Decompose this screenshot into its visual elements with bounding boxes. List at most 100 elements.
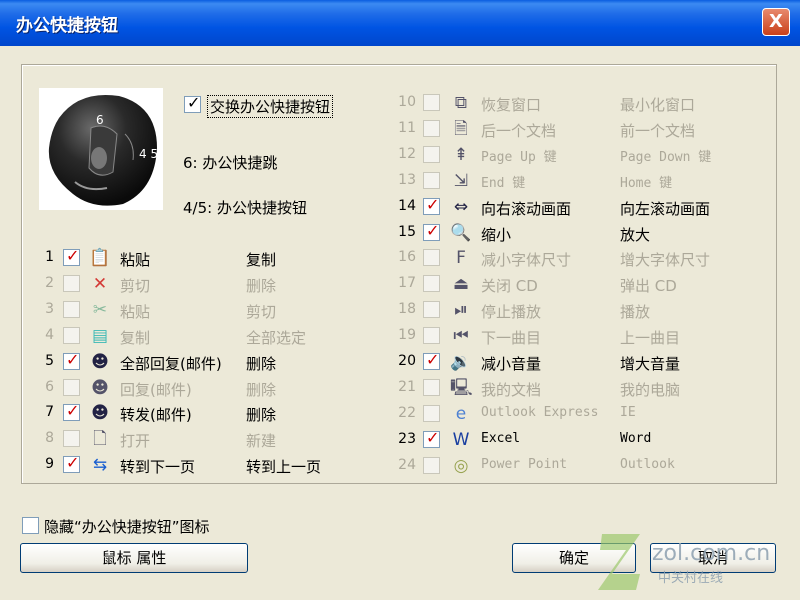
check-icon: ✓ [187,93,201,112]
next-page-icon: ⇆ [92,455,108,476]
function-label: 粘贴 [120,302,151,321]
mouse-label-6: 6 [96,113,104,127]
function-label: 粘贴 [120,251,151,269]
function-checkbox[interactable] [423,301,440,319]
function-alt-label: 删除 [246,276,277,295]
mouse-properties-button[interactable]: 鼠标 属性 [20,543,248,573]
function-checkbox[interactable] [423,404,440,422]
play-pause-icon: ⏯ [454,300,468,321]
row-number: 14 [398,197,416,214]
row-number: 12 [398,145,416,162]
row-number: 2 [45,274,54,291]
row-number: 23 [398,430,416,447]
function-alt-label: Word [620,430,652,446]
function-alt-label: 播放 [620,303,651,322]
function-label: Power Point [481,456,568,472]
powerpoint-icon: ◎ [453,455,469,476]
function-checkbox[interactable] [423,275,440,293]
row-number: 1 [45,249,54,265]
volume-icon: 🔉 [450,352,472,372]
function-alt-label: Outlook [620,456,675,472]
function-checkbox[interactable] [63,300,80,318]
function-alt-label: 新建 [246,432,277,451]
row-number: 4 [45,326,54,343]
font-size-icon: F [456,248,466,269]
function-checkbox[interactable] [63,326,80,344]
forward-icon: ☻ [91,403,109,424]
hide-icon-label: 隐藏“办公快捷按钮”图标 [44,518,210,536]
function-checkbox[interactable] [63,430,80,448]
function-checkbox[interactable] [423,327,440,345]
function-checkbox[interactable]: ✓ [423,194,440,215]
function-checkbox[interactable] [63,378,80,396]
function-label: 剪切 [120,276,151,295]
button6-assignment: 6: 办公快捷跳 [183,154,278,172]
function-checkbox[interactable]: ✓ [63,401,80,422]
watermark-subtext: 中关村在线 [658,571,723,586]
function-checkbox[interactable] [423,94,440,111]
page-up-icon: ⇞ [453,144,469,165]
function-label: 停止播放 [481,303,542,322]
open-file-icon: 🗋 [93,429,107,450]
select-all-icon: ▤ [91,325,109,346]
function-label: 关闭 CD [481,277,538,296]
function-alt-label: 全部选定 [246,328,307,347]
function-checkbox[interactable] [423,249,440,267]
function-checkbox[interactable] [423,456,440,474]
button45-assignment: 4/5: 办公快捷按钮 [183,199,307,217]
function-checkbox[interactable] [423,378,440,396]
function-label: 转发(邮件) [120,406,192,425]
function-alt-label: 最小化窗口 [620,96,696,114]
function-checkbox[interactable]: ✓ [63,246,80,266]
check-icon: ✓ [66,349,80,369]
row-number: 9 [45,456,54,473]
check-icon: ✓ [426,194,440,214]
row-number: 18 [398,301,416,318]
function-checkbox[interactable] [423,119,440,137]
function-label: 恢复窗口 [481,96,542,114]
function-alt-label: 剪切 [246,302,277,321]
hide-icon-checkbox[interactable] [22,517,39,534]
mouse-image: 6 4 5 [39,88,163,210]
function-label: 回复(邮件) [120,380,192,399]
function-checkbox[interactable] [423,145,440,163]
watermark-text: zol.com.cn [652,541,770,566]
function-checkbox[interactable]: ✓ [63,453,80,474]
function-alt-label: 删除 [246,380,277,399]
ie-icon: e [455,403,467,424]
function-checkbox[interactable] [63,274,80,292]
scissors-icon: ✂ [92,299,108,320]
zoom-icon: 🔍 [450,222,472,243]
function-label: 缩小 [481,225,512,244]
reply-icon: ☻ [91,377,109,398]
function-alt-label: 前一个文档 [620,121,696,140]
function-checkbox[interactable]: ✓ [423,350,440,370]
close-button[interactable]: X [762,8,790,36]
check-icon: ✓ [66,401,80,421]
function-checkbox[interactable]: ✓ [63,349,80,370]
row-number: 16 [398,249,416,266]
function-alt-label: 转到上一页 [246,458,322,477]
check-icon: ✓ [426,220,440,240]
function-label: Page Up 键 [481,149,557,165]
reply-all-icon: ☻ [91,351,109,372]
row-number: 8 [45,430,54,447]
row-number: 3 [45,300,54,317]
row-number: 11 [398,119,416,136]
function-checkbox[interactable]: ✓ [423,220,440,241]
function-checkbox[interactable]: ✓ [423,427,440,448]
check-icon: ✓ [426,350,440,369]
mouse-label-45: 4 5 [139,147,158,161]
restore-window-icon: ⧉ [454,93,468,113]
function-label: 后一个文档 [481,121,557,140]
function-label: Outlook Express [481,404,599,420]
function-alt-label: 上一曲目 [620,329,681,348]
check-icon: ✓ [426,427,440,447]
function-checkbox[interactable] [423,171,440,189]
swap-buttons-checkbox[interactable]: ✓ [184,93,201,113]
row-number: 5 [45,352,54,369]
check-icon: ✓ [66,246,80,265]
function-alt-label: 删除 [246,354,277,373]
function-label: 我的文档 [481,380,542,399]
function-alt-label: 增大音量 [620,355,681,373]
